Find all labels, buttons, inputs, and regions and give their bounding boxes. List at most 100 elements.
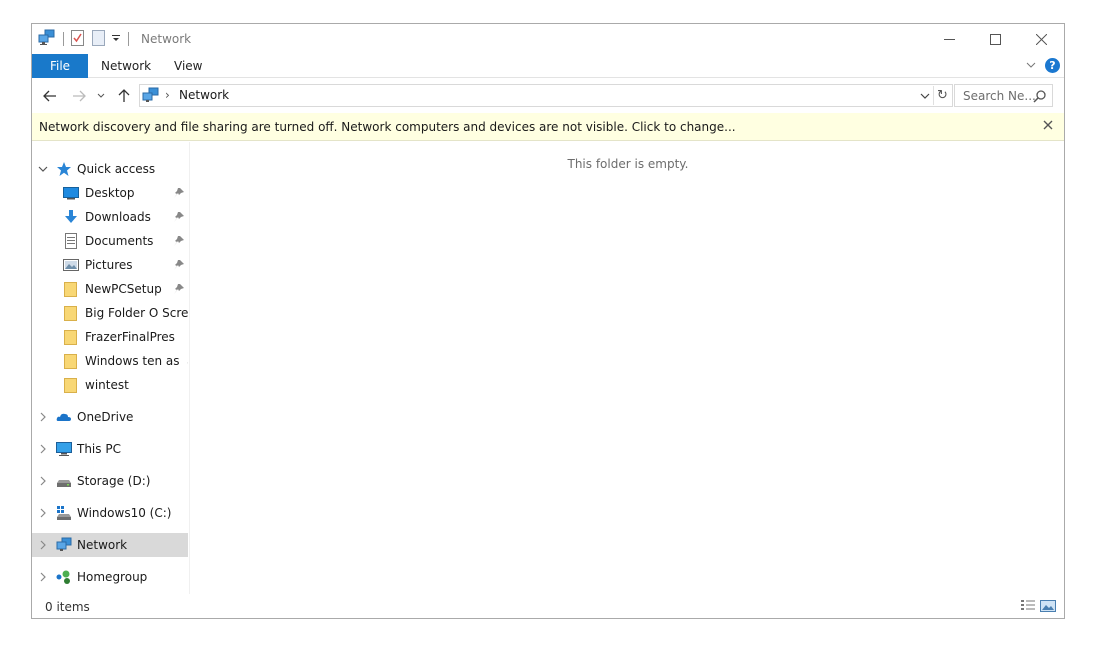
nav-item-label: Network [77, 538, 128, 552]
status-bar: 0 items [32, 596, 1064, 618]
ribbon-tabs: File Network View ? [32, 54, 1064, 78]
refresh-icon[interactable]: ↻ [933, 86, 951, 105]
folder-icon [63, 305, 79, 321]
new-folder-icon[interactable] [92, 29, 105, 49]
customize-toolbar-dropdown-icon[interactable] [111, 32, 121, 46]
nav-item-storage-d[interactable]: Storage (D:) [32, 469, 188, 493]
expand-chevron-icon[interactable] [38, 570, 48, 584]
up-button[interactable] [114, 86, 134, 106]
navigation-pane: Quick access Desktop Downloads Documents… [32, 142, 190, 594]
documents-icon [63, 233, 79, 249]
expand-chevron-icon[interactable] [38, 474, 48, 488]
expand-chevron-icon[interactable] [38, 538, 48, 552]
nav-item-label: Big Folder O Screen [85, 306, 188, 320]
nav-item-wintest[interactable]: wintest [32, 373, 188, 397]
nav-item-label: OneDrive [77, 410, 134, 424]
back-button[interactable] [40, 86, 60, 106]
this-pc-icon [56, 441, 72, 457]
close-button[interactable] [1018, 24, 1064, 54]
toolbar-separator [63, 32, 64, 46]
tab-network[interactable]: Network [101, 54, 151, 78]
nav-item-frazerfinalpres[interactable]: FrazerFinalPres [32, 325, 188, 349]
expand-chevron-icon[interactable] [38, 442, 48, 456]
folder-icon [63, 377, 79, 393]
collapse-chevron-icon[interactable] [38, 162, 48, 176]
nav-item-network[interactable]: Network [32, 533, 188, 557]
star-icon [56, 161, 72, 177]
close-info-bar-icon[interactable] [1040, 118, 1056, 134]
folder-icon [63, 329, 79, 345]
address-bar[interactable]: › Network ↻ [139, 84, 953, 107]
nav-item-label: Documents [85, 234, 154, 248]
nav-item-windows10-c[interactable]: Windows10 (C:) [32, 501, 188, 525]
address-row: › Network ↻ Search Ne... [32, 78, 1064, 113]
quick-access-toolbar [38, 29, 136, 49]
pin-icon[interactable] [173, 235, 185, 247]
folder-icon [63, 281, 79, 297]
tab-file[interactable]: File [32, 54, 88, 78]
nav-item-label: Windows10 (C:) [77, 506, 172, 520]
desktop-icon [63, 185, 79, 201]
pictures-icon [63, 257, 79, 273]
explorer-window: Network File Network View ? › Network ↻ … [31, 23, 1065, 619]
toolbar-separator [128, 32, 129, 46]
nav-item-label: Pictures [85, 258, 133, 272]
search-icon[interactable] [1033, 89, 1047, 103]
search-placeholder: Search Ne... [963, 89, 1036, 103]
nav-item-label: Downloads [85, 210, 151, 224]
title-bar: Network [32, 24, 1064, 54]
network-icon [142, 87, 160, 104]
nav-item-big-folder[interactable]: Big Folder O Screen [32, 301, 188, 325]
nav-item-homegroup[interactable]: Homegroup [32, 565, 188, 589]
windows-drive-icon [56, 505, 72, 521]
nav-item-desktop[interactable]: Desktop [32, 181, 188, 205]
maximize-button[interactable] [972, 24, 1018, 54]
nav-item-this-pc[interactable]: This PC [32, 437, 188, 461]
expand-chevron-icon[interactable] [38, 506, 48, 520]
window-title: Network [141, 32, 192, 46]
address-location[interactable]: Network [179, 88, 229, 102]
search-input[interactable]: Search Ne... [954, 84, 1053, 107]
nav-item-downloads[interactable]: Downloads [32, 205, 188, 229]
nav-item-newpcsetup[interactable]: NewPCSetup [32, 277, 188, 301]
nav-item-documents[interactable]: Documents [32, 229, 188, 253]
nav-item-label: Desktop [85, 186, 135, 200]
nav-item-label: This PC [77, 442, 121, 456]
nav-item-windows-ten[interactable]: Windows ten as a s [32, 349, 188, 373]
empty-folder-message: This folder is empty. [567, 157, 689, 171]
recent-locations-icon[interactable] [94, 86, 108, 106]
tab-view[interactable]: View [174, 54, 202, 78]
expand-ribbon-icon[interactable] [1024, 58, 1038, 72]
help-icon[interactable]: ? [1045, 58, 1060, 73]
info-bar[interactable]: Network discovery and file sharing are t… [32, 113, 1064, 141]
item-count: 0 items [45, 600, 90, 614]
nav-item-pictures[interactable]: Pictures [32, 253, 188, 277]
drive-icon [56, 473, 72, 489]
info-bar-message[interactable]: Network discovery and file sharing are t… [39, 120, 736, 134]
nav-item-label: Quick access [77, 162, 156, 176]
nav-item-onedrive[interactable]: OneDrive [32, 405, 188, 429]
pin-icon[interactable] [173, 259, 185, 271]
minimize-button[interactable] [926, 24, 972, 54]
breadcrumb-chevron-icon[interactable]: › [165, 88, 170, 102]
nav-item-quick-access[interactable]: Quick access [32, 157, 188, 181]
forward-button[interactable] [69, 86, 89, 106]
pin-icon[interactable] [173, 187, 185, 199]
properties-icon[interactable] [71, 29, 84, 49]
homegroup-icon [56, 569, 72, 585]
nav-item-label: Storage (D:) [77, 474, 151, 488]
address-dropdown-icon[interactable] [918, 88, 932, 104]
pin-icon[interactable] [173, 211, 185, 223]
expand-chevron-icon[interactable] [38, 410, 48, 424]
large-icons-view-icon[interactable] [1040, 599, 1056, 613]
details-view-icon[interactable] [1020, 599, 1036, 613]
file-list-area[interactable]: This folder is empty. [192, 142, 1064, 594]
nav-item-label: FrazerFinalPres [85, 330, 175, 344]
network-icon [56, 537, 72, 553]
downloads-icon [63, 209, 79, 225]
pin-icon[interactable] [173, 283, 185, 295]
nav-item-label: Windows ten as a s [85, 354, 188, 368]
nav-item-label: Homegroup [77, 570, 148, 584]
folder-icon [63, 353, 79, 369]
nav-item-label: wintest [85, 378, 129, 392]
